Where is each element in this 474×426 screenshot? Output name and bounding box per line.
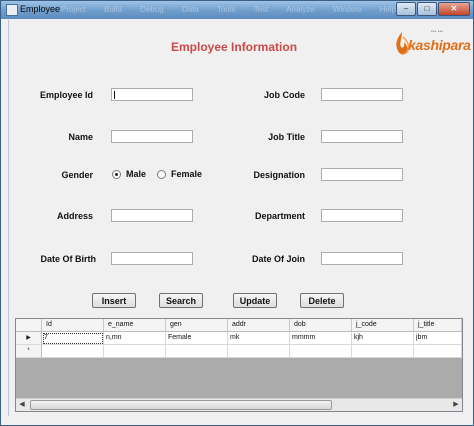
job-title-input[interactable] <box>321 130 403 143</box>
title-bar[interactable]: Employee Project Build Debug Data Tools … <box>1 1 473 19</box>
bg-menu-item: Help <box>379 5 397 14</box>
bg-menu-item: Debug <box>140 5 164 14</box>
gender-male-radio[interactable]: Male <box>112 169 146 179</box>
scroll-left-icon[interactable]: ◀ <box>16 399 28 410</box>
designation-input[interactable] <box>321 168 403 181</box>
radio-checked-icon <box>112 169 121 179</box>
date-of-join-input[interactable] <box>321 252 403 265</box>
table-cell[interactable] <box>290 345 352 358</box>
job-title-label: Job Title <box>268 132 305 142</box>
radio-unchecked-icon <box>157 169 166 179</box>
bg-menu-item: Build <box>104 5 122 14</box>
background-menu: Project Build Debug Data Tools Test Anal… <box>61 5 412 14</box>
department-label: Department <box>254 211 305 221</box>
insert-button[interactable]: Insert <box>92 293 136 308</box>
date-of-join-label: Date Of Join <box>251 254 305 264</box>
maximize-button[interactable]: □ <box>417 2 437 16</box>
job-code-input[interactable] <box>321 88 403 101</box>
grid-corner-header <box>16 319 42 332</box>
table-cell[interactable] <box>352 345 414 358</box>
grid-column-header[interactable]: addr <box>228 319 290 332</box>
department-input[interactable] <box>321 209 403 222</box>
table-cell[interactable]: n,mn <box>104 332 166 345</box>
update-button[interactable]: Update <box>233 293 277 308</box>
bg-menu-item: Analyze <box>286 5 315 14</box>
window-title: Employee <box>20 4 61 14</box>
table-cell[interactable] <box>414 345 462 358</box>
grid-column-header[interactable]: j_code <box>352 319 414 332</box>
bg-menu-item: Window <box>332 5 362 14</box>
table-row-new[interactable]: * <box>16 345 462 358</box>
app-icon <box>6 4 18 16</box>
new-row-asterisk-icon[interactable]: * <box>16 345 42 358</box>
minimize-button[interactable]: – <box>396 2 416 16</box>
gender-label: Gender <box>61 170 93 180</box>
date-of-birth-label: Date Of Birth <box>40 254 96 264</box>
bg-menu-item: Test <box>253 5 269 14</box>
gender-male-label: Male <box>126 169 147 179</box>
job-code-label: Job Code <box>263 90 305 100</box>
bg-menu-item: Tools <box>216 5 236 14</box>
bg-menu-item: Data <box>181 5 199 14</box>
address-label: Address <box>56 211 93 221</box>
table-cell[interactable]: mk <box>228 332 290 345</box>
close-button[interactable]: ✕ <box>438 2 470 16</box>
table-cell[interactable] <box>166 345 228 358</box>
name-label: Name <box>68 132 93 142</box>
grid-column-header[interactable]: j_title <box>414 319 462 332</box>
text-caret <box>114 91 115 99</box>
scroll-thumb[interactable] <box>30 400 332 410</box>
employee-id-input[interactable] <box>111 88 193 101</box>
employee-id-label: Employee Id <box>39 90 93 100</box>
logo-tagline: ••• ••• <box>431 29 443 35</box>
delete-button[interactable]: Delete <box>300 293 344 308</box>
table-cell[interactable]: Female <box>166 332 228 345</box>
row-selector-arrow-icon[interactable]: ▶ <box>16 332 42 345</box>
employee-window: Employee Project Build Debug Data Tools … <box>0 0 474 426</box>
table-cell[interactable] <box>228 345 290 358</box>
table-cell[interactable]: kjh <box>352 332 414 345</box>
grid-column-header[interactable]: dob <box>290 319 352 332</box>
table-cell[interactable]: 7 <box>42 332 104 345</box>
grid-column-header[interactable]: e_name <box>104 319 166 332</box>
designation-label: Designation <box>253 170 305 180</box>
grid-column-header[interactable]: Id <box>42 319 104 332</box>
gender-female-radio[interactable]: Female <box>157 169 202 179</box>
table-cell[interactable]: mmmm <box>290 332 352 345</box>
bg-menu-item: Project <box>61 5 86 14</box>
window-controls: – □ ✕ <box>395 2 470 16</box>
table-row[interactable]: ▶ 7 n,mn Female mk mmmm kjh jbm <box>16 332 462 345</box>
table-cell[interactable] <box>104 345 166 358</box>
table-cell[interactable] <box>42 345 104 358</box>
search-button[interactable]: Search <box>159 293 203 308</box>
kashipara-logo: kashipara ••• ••• <box>393 29 471 65</box>
date-of-birth-input[interactable] <box>111 252 193 265</box>
scroll-right-icon[interactable]: ▶ <box>450 399 462 410</box>
page-title: Employee Information <box>171 40 298 54</box>
grid-column-header[interactable]: gen <box>166 319 228 332</box>
table-cell[interactable]: jbm <box>414 332 462 345</box>
address-input[interactable] <box>111 209 193 222</box>
logo-wordmark: kashipara <box>408 37 471 53</box>
gender-female-label: Female <box>171 169 203 179</box>
employee-data-grid[interactable]: Id e_name gen addr dob j_code j_title ▶ … <box>15 318 463 412</box>
name-input[interactable] <box>111 130 193 143</box>
horizontal-scrollbar[interactable]: ◀ ▶ <box>16 398 462 411</box>
